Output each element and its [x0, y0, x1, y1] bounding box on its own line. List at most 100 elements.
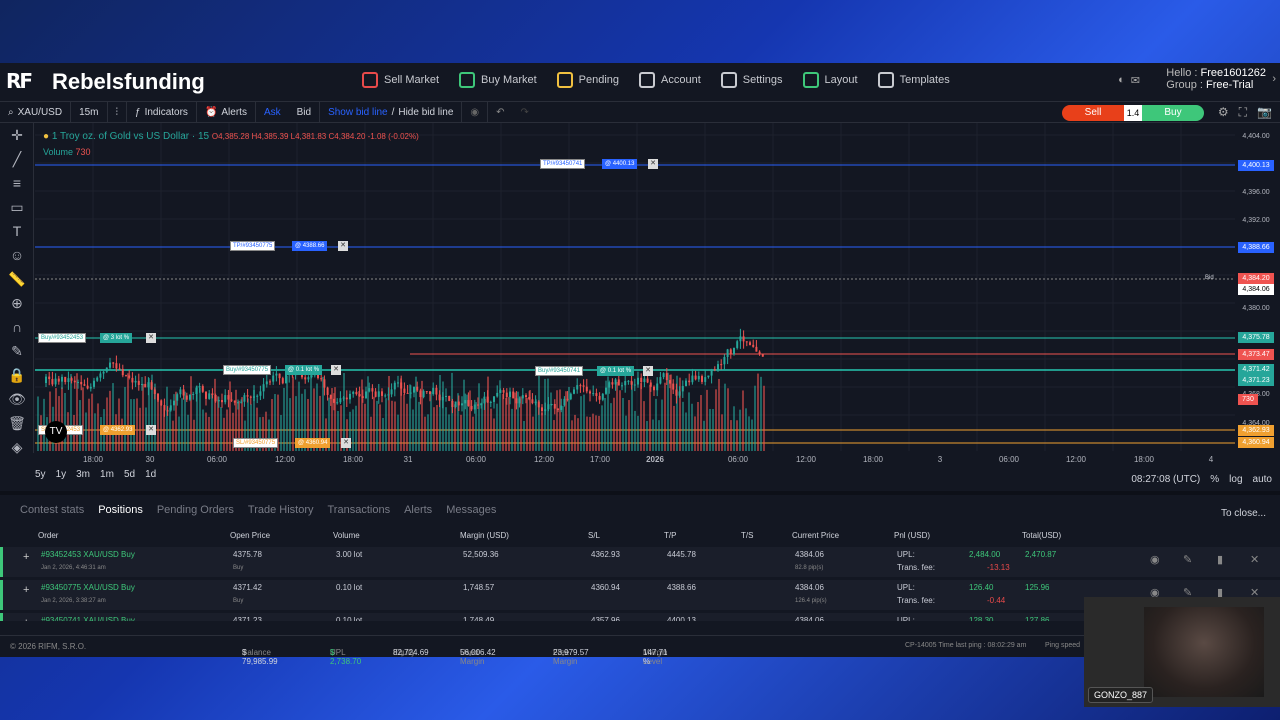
menu-item-pending[interactable]: Pending — [556, 72, 619, 88]
zoom-icon[interactable]: ⊕ — [0, 291, 34, 315]
column-header[interactable]: T/S — [741, 531, 753, 540]
theme-toggle-icon[interactable]: ◐ — [1118, 74, 1125, 87]
close-order-icon[interactable]: ✕ — [146, 333, 156, 343]
column-header[interactable]: T/P — [664, 531, 676, 540]
close-order-icon[interactable]: ✕ — [643, 366, 653, 376]
chart-type-button[interactable]: ⫶ — [108, 101, 128, 123]
rectangle-icon[interactable]: ▭ — [0, 195, 34, 219]
interval-button[interactable]: 15m — [71, 101, 108, 123]
visibility-button[interactable]: ◉ — [462, 101, 489, 123]
close-all-button[interactable]: To close... — [1221, 508, 1266, 519]
settings-icon[interactable]: ⚙ — [1218, 105, 1229, 120]
expand-button[interactable]: + — [23, 584, 29, 596]
bid-line-toggle[interactable]: Show bid line / Hide bid line — [320, 101, 463, 123]
price-chart[interactable]: ● 1 Troy oz. of Gold vs US Dollar · 15 O… — [35, 123, 1280, 464]
order-line-value[interactable]: @ 0.1 lot % — [285, 365, 323, 375]
chart-canvas[interactable] — [35, 123, 1280, 453]
fib-icon[interactable]: ≡ — [0, 171, 34, 195]
chart-icon[interactable]: ▮ — [1217, 553, 1223, 566]
panel-divider[interactable] — [0, 491, 1280, 495]
undo-button[interactable]: ↶ — [488, 101, 512, 123]
order-line-value[interactable]: @ 3 lot % — [100, 333, 133, 343]
close-order-icon[interactable]: ✕ — [338, 241, 348, 251]
tab-pending-orders[interactable]: Pending Orders — [157, 504, 234, 516]
eye-icon[interactable]: 👁 — [0, 387, 34, 411]
timeframe-5d[interactable]: 5d — [124, 469, 135, 480]
emoji-icon[interactable]: ☺ — [0, 243, 34, 267]
camera-icon[interactable]: 📷 — [1257, 105, 1272, 120]
trash-icon[interactable]: 🗑 — [0, 411, 34, 435]
order-line-label[interactable]: TP/#93450775 — [230, 241, 276, 251]
magnet-icon[interactable]: ∩ — [0, 315, 34, 339]
column-header[interactable]: Pnl (USD) — [894, 531, 930, 540]
menu-item-layout[interactable]: Layout — [802, 72, 858, 88]
pencil-lock-icon[interactable]: ✎ — [0, 339, 34, 363]
order-line-value[interactable]: @ 4400.13 — [602, 159, 638, 169]
column-header[interactable]: Total(USD) — [1022, 531, 1061, 540]
menu-item-settings[interactable]: Settings — [720, 72, 783, 88]
column-header[interactable]: Volume — [333, 531, 360, 540]
crosshair-icon[interactable]: ✛ — [0, 123, 34, 147]
menu-item-buy-market[interactable]: Buy Market — [459, 72, 537, 88]
close-order-icon[interactable]: ✕ — [341, 438, 351, 448]
tab-positions[interactable]: Positions — [98, 504, 143, 516]
timeframe-1m[interactable]: 1m — [100, 469, 114, 480]
order-line-value[interactable]: @ 4362.93 — [100, 425, 136, 435]
menu-item-account[interactable]: Account — [639, 72, 701, 88]
edit-icon[interactable]: ✎ — [1183, 553, 1192, 566]
sell-button[interactable]: Sell — [1062, 105, 1124, 121]
order-line-value[interactable]: @ 4360.94 — [295, 438, 331, 448]
bid-button[interactable]: Bid — [289, 101, 321, 123]
table-row[interactable]: + #93452453 XAU/USD Buy Jan 2, 2026, 4:46:… — [0, 547, 1280, 577]
buy-button[interactable]: Buy — [1142, 105, 1204, 121]
column-header[interactable]: Current Price — [792, 531, 839, 540]
log-toggle[interactable]: log — [1229, 474, 1242, 485]
fullscreen-icon[interactable]: ⛶ — [1239, 105, 1247, 120]
tab-messages[interactable]: Messages — [446, 504, 496, 516]
percent-toggle[interactable]: % — [1210, 474, 1219, 485]
ruler-icon[interactable]: 📏 — [0, 267, 34, 291]
eye-icon[interactable]: ◉ — [1150, 553, 1160, 566]
order-line-label[interactable]: Buy/#93450741 — [535, 366, 584, 376]
tab-contest-stats[interactable]: Contest stats — [20, 504, 84, 516]
auto-toggle[interactable]: auto — [1253, 474, 1272, 485]
column-header[interactable]: Open Price — [230, 531, 270, 540]
column-header[interactable]: Margin (USD) — [460, 531, 509, 540]
close-order-icon[interactable]: ✕ — [146, 425, 156, 435]
menu-item-sell-market[interactable]: Sell Market — [362, 72, 439, 88]
expand-button[interactable]: + — [23, 551, 29, 563]
close-order-icon[interactable]: ✕ — [648, 159, 658, 169]
column-header[interactable]: Order — [38, 531, 58, 540]
menu-arrow-icon[interactable]: › — [1272, 73, 1276, 85]
layers-icon[interactable]: ◈ — [0, 435, 34, 459]
timeframe-1y[interactable]: 1y — [56, 469, 67, 480]
user-info[interactable]: Hello : Free1601262 Group : Free-Trial — [1166, 67, 1266, 91]
tab-alerts[interactable]: Alerts — [404, 504, 432, 516]
indicators-button[interactable]: ƒ Indicators — [127, 101, 197, 123]
menu-item-templates[interactable]: Templates — [877, 72, 950, 88]
order-line-value[interactable]: @ 4388.66 — [292, 241, 328, 251]
order-line-label[interactable]: SL/#93450775 — [233, 438, 279, 448]
close-icon[interactable]: ✕ — [1250, 553, 1259, 566]
show-bid-line[interactable]: Show bid line — [328, 107, 387, 118]
brand-logo[interactable]: RF Rebelsfunding — [6, 69, 205, 95]
mail-icon[interactable]: ✉ — [1131, 74, 1140, 87]
trendline-icon[interactable]: ╱ — [0, 147, 34, 171]
hide-bid-line[interactable]: Hide bid line — [398, 107, 453, 118]
order-line-label[interactable]: Buy/#93452453 — [38, 333, 87, 343]
redo-button[interactable]: ↷ — [513, 101, 537, 123]
timeframe-3m[interactable]: 3m — [76, 469, 90, 480]
text-icon[interactable]: T — [0, 219, 34, 243]
column-header[interactable]: S/L — [588, 531, 600, 540]
timeframe-5y[interactable]: 5y — [35, 469, 46, 480]
ask-button[interactable]: Ask — [256, 101, 289, 123]
tab-trade-history[interactable]: Trade History — [248, 504, 314, 516]
timeframe-1d[interactable]: 1d — [145, 469, 156, 480]
lock-icon[interactable]: 🔒 — [0, 363, 34, 387]
symbol-search[interactable]: ⌕ XAU/USD — [0, 101, 72, 123]
tab-transactions[interactable]: Transactions — [328, 504, 391, 516]
order-line-value[interactable]: @ 0.1 lot % — [597, 366, 635, 376]
order-line-label[interactable]: Buy/#93450775 — [223, 365, 272, 375]
close-order-icon[interactable]: ✕ — [331, 365, 341, 375]
alerts-button[interactable]: ⏰ Alerts — [197, 101, 256, 123]
